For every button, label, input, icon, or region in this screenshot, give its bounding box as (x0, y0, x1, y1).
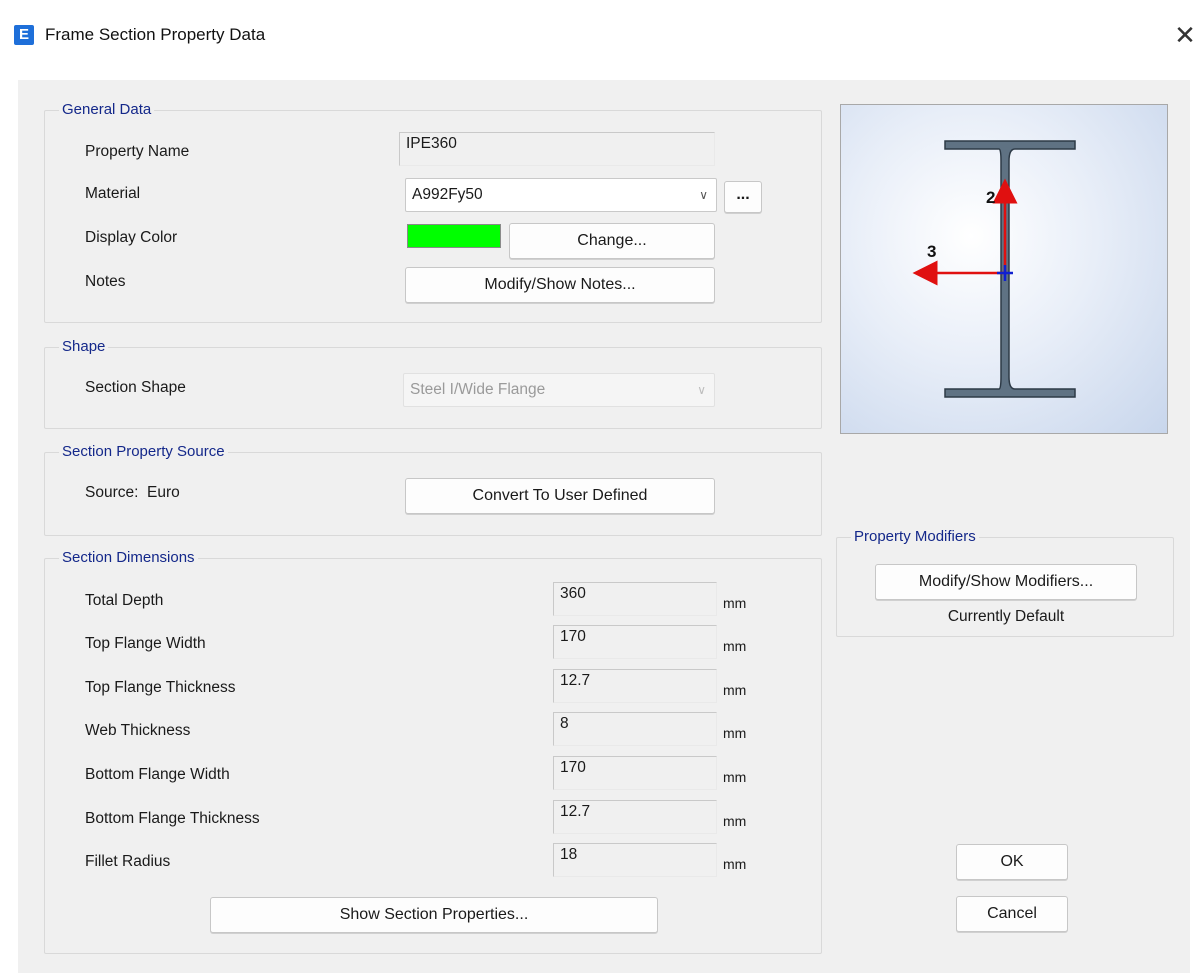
dimension-field[interactable]: 12.7 (553, 800, 717, 834)
dimension-label: Top Flange Thickness (85, 679, 236, 696)
section-shape-label: Section Shape (85, 379, 186, 396)
shape-group: Shape Section Shape Steel I/Wide Flange … (44, 338, 822, 429)
dimension-unit: mm (723, 725, 747, 741)
general-data-label: General Data (59, 101, 155, 119)
dimension-field[interactable]: 12.7 (553, 669, 717, 703)
property-name-field[interactable]: IPE360 (399, 132, 715, 166)
dimension-label: Web Thickness (85, 722, 191, 739)
convert-to-user-defined-button[interactable]: Convert To User Defined (405, 478, 715, 514)
section-shape-select[interactable]: Steel I/Wide Flange ∨ (403, 373, 715, 407)
dimension-unit: mm (723, 595, 747, 611)
modify-show-notes-button[interactable]: Modify/Show Notes... (405, 267, 715, 303)
dialog-body: General Data Property Name IPE360 Materi… (18, 80, 1190, 973)
dimension-field[interactable]: 360 (553, 582, 717, 616)
dimension-label: Bottom Flange Width (85, 766, 230, 783)
dimension-label: Fillet Radius (85, 853, 171, 870)
display-color-swatch (407, 224, 501, 248)
section-preview: 2 3 (840, 104, 1168, 434)
chevron-down-icon: ∨ (697, 383, 706, 397)
chevron-down-icon: ∨ (699, 188, 708, 202)
property-modifiers-group: Property Modifiers Modify/Show Modifiers… (836, 528, 1174, 637)
dimension-field[interactable]: 170 (553, 625, 717, 659)
dimension-label: Top Flange Width (85, 635, 206, 652)
notes-label: Notes (85, 273, 126, 290)
window-title: Frame Section Property Data (45, 25, 266, 44)
shape-label: Shape (59, 338, 109, 356)
dimension-field[interactable]: 8 (553, 712, 717, 746)
section-property-source-label: Section Property Source (59, 443, 228, 461)
title-bar: E Frame Section Property Data ✕ (0, 0, 1200, 64)
ok-button[interactable]: OK (956, 844, 1068, 880)
dimension-label: Bottom Flange Thickness (85, 810, 260, 827)
material-more-button[interactable]: ... (724, 181, 762, 213)
dimension-field[interactable]: 18 (553, 843, 717, 877)
modifiers-status: Currently Default (947, 608, 1065, 625)
modify-show-modifiers-button[interactable]: Modify/Show Modifiers... (875, 564, 1137, 600)
axis-2-label: 2 (986, 188, 995, 207)
property-modifiers-label: Property Modifiers (851, 528, 979, 546)
app-icon: E (14, 25, 34, 45)
material-select-value: A992Fy50 (412, 186, 483, 203)
section-dimensions-label: Section Dimensions (59, 549, 198, 567)
dimension-label: Total Depth (85, 592, 164, 609)
material-select[interactable]: A992Fy50 ∨ (405, 178, 717, 212)
axis-3-label: 3 (927, 242, 936, 261)
source-text: Source: Euro (85, 484, 180, 501)
dimension-unit: mm (723, 769, 747, 785)
section-property-source-group: Section Property Source Source: Euro Con… (44, 443, 822, 536)
section-shape-value: Steel I/Wide Flange (410, 381, 546, 398)
dimension-unit: mm (723, 638, 747, 654)
dimension-field[interactable]: 170 (553, 756, 717, 790)
change-color-button[interactable]: Change... (509, 223, 715, 259)
show-section-properties-button[interactable]: Show Section Properties... (210, 897, 658, 933)
i-section-drawing: 2 3 (912, 140, 1076, 398)
i-section-shape (944, 140, 1076, 398)
section-dimensions-group: Section Dimensions Total Depth 360 mm To… (44, 549, 822, 954)
dimension-unit: mm (723, 813, 747, 829)
property-name-label: Property Name (85, 143, 190, 160)
material-label: Material (85, 185, 141, 202)
close-button[interactable]: ✕ (1172, 20, 1198, 50)
dimension-unit: mm (723, 682, 747, 698)
display-color-label: Display Color (85, 229, 178, 246)
dimension-unit: mm (723, 856, 747, 872)
general-data-group: General Data Property Name IPE360 Materi… (44, 101, 822, 323)
cancel-button[interactable]: Cancel (956, 896, 1068, 932)
